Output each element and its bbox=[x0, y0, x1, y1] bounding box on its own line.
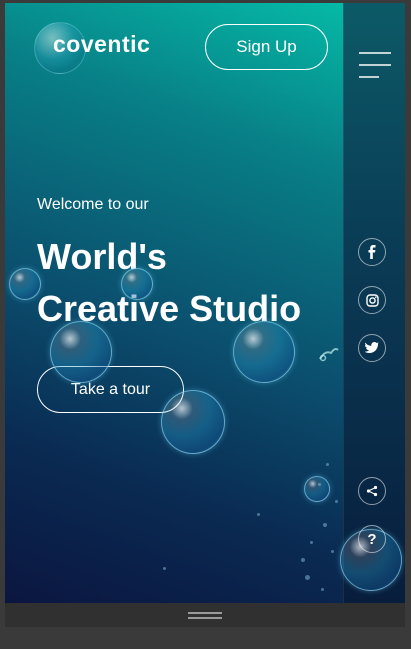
twitter-icon[interactable] bbox=[358, 334, 386, 362]
bubble bbox=[304, 476, 330, 502]
particle bbox=[301, 558, 305, 562]
float-icon bbox=[319, 348, 339, 362]
particle bbox=[323, 523, 327, 527]
help-icon: ? bbox=[367, 530, 377, 548]
drag-handle-icon[interactable] bbox=[188, 612, 222, 622]
logo[interactable]: coventic bbox=[53, 31, 150, 58]
bubble bbox=[161, 390, 225, 454]
app-frame: coventic Sign Up Welcome to our World's … bbox=[5, 3, 405, 603]
bubble bbox=[121, 268, 153, 300]
particle bbox=[257, 513, 260, 516]
hamburger-menu-icon[interactable] bbox=[359, 52, 391, 88]
particle bbox=[321, 588, 324, 591]
particle bbox=[318, 483, 321, 486]
instagram-icon[interactable] bbox=[358, 286, 386, 314]
particle bbox=[331, 550, 334, 553]
page-title: World's Creative Studio bbox=[37, 231, 301, 335]
particle bbox=[163, 567, 166, 570]
facebook-icon[interactable] bbox=[358, 238, 386, 266]
hero-section: coventic Sign Up Welcome to our World's … bbox=[5, 3, 343, 603]
particle bbox=[310, 541, 313, 544]
particle bbox=[335, 500, 338, 503]
headline-line-1: World's bbox=[37, 236, 167, 277]
bubble bbox=[233, 321, 295, 383]
welcome-text: Welcome to our bbox=[37, 196, 149, 213]
help-button[interactable]: ? bbox=[358, 525, 386, 553]
sign-up-button[interactable]: Sign Up bbox=[205, 24, 328, 70]
bubble bbox=[50, 321, 112, 383]
share-icon[interactable] bbox=[358, 477, 386, 505]
particle bbox=[326, 463, 329, 466]
bubble bbox=[9, 268, 41, 300]
particle bbox=[305, 575, 310, 580]
side-rail: ? bbox=[340, 3, 405, 603]
